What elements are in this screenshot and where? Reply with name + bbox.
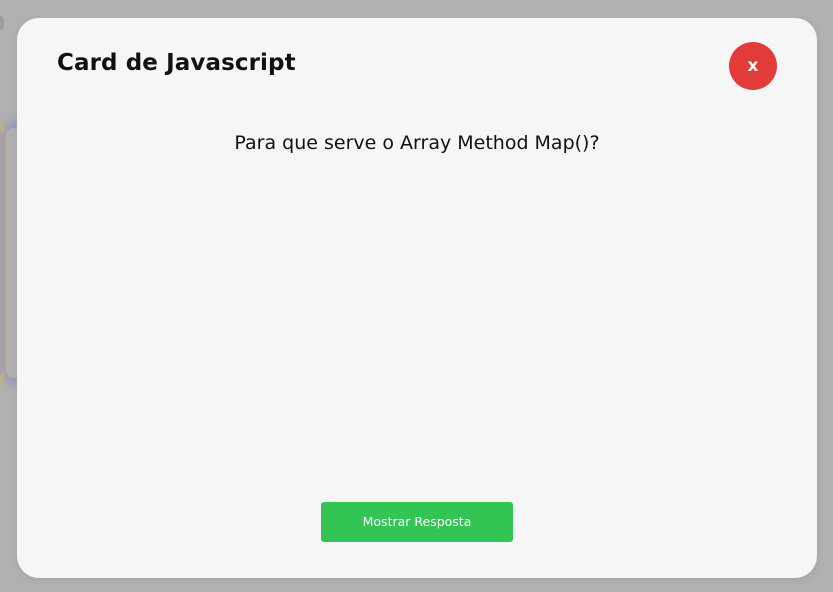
show-answer-button[interactable]: Mostrar Resposta: [321, 502, 513, 542]
close-button[interactable]: x: [729, 42, 777, 90]
modal-title: Card de Javascript: [57, 50, 296, 76]
card-modal: Card de Javascript x Para que serve o Ar…: [17, 18, 817, 578]
background-card: [0, 128, 4, 378]
card-question: Para que serve o Array Method Map()?: [234, 132, 600, 154]
background-element: [0, 16, 4, 30]
